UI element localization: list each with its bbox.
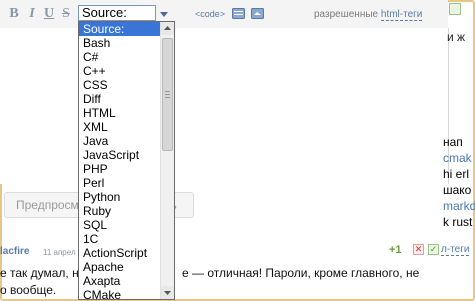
allowed-tags-prefix: разрешенные	[314, 9, 379, 20]
dropdown-option[interactable]: C#	[79, 50, 160, 64]
comment-text-end: е — отличная! Пароли, кроме главного, не	[182, 266, 420, 280]
grip-line	[165, 94, 170, 95]
dropdown-option[interactable]: XML	[79, 120, 160, 134]
editor-text-fragment: и ж	[447, 30, 466, 44]
dropdown-option[interactable]: ActionScript	[79, 246, 160, 260]
grip-line	[165, 97, 170, 98]
italic-button[interactable]: I	[27, 6, 37, 22]
side-text-line: hi erl	[443, 167, 470, 181]
comment-textarea[interactable]	[0, 28, 449, 184]
grip-line	[165, 91, 170, 92]
dropdown-option[interactable]: Python	[79, 190, 160, 204]
dropdown-option[interactable]: Apache	[79, 260, 160, 274]
checkmark-icon	[449, 3, 461, 15]
video-icon[interactable]	[251, 8, 264, 19]
side-text-line[interactable]: cmak	[443, 151, 472, 165]
dropdown-option[interactable]: SQL	[79, 218, 160, 232]
comment-text-line: е так думал, н е — отличная! Пароли, кро…	[0, 266, 419, 280]
scrollbar-thumb[interactable]	[162, 38, 173, 151]
comment-score: +1	[389, 244, 402, 256]
underline-button[interactable]: U	[44, 6, 54, 22]
source-language-dropdown[interactable]: Source: Bash C# C++ CSS Diff HTML XML Ja…	[78, 21, 175, 300]
code-tag-button[interactable]: <code>	[195, 9, 225, 19]
comment-text-line: о вообще.	[0, 283, 57, 297]
dropdown-option[interactable]: PHP	[79, 162, 160, 176]
comment-date: 11 апрел	[43, 248, 76, 257]
allowed-tags-link[interactable]: html-теги	[380, 9, 423, 21]
source-language-select[interactable]: Source:	[78, 5, 156, 21]
scroll-up-icon[interactable]	[161, 22, 174, 35]
editor-toolbar: B I U S Source: <code> разрешенные html-…	[0, 0, 448, 29]
allowed-tags-note: разрешенные html-теги	[314, 9, 423, 21]
side-text-line: нап	[443, 135, 463, 149]
dropdown-option[interactable]: Ruby	[79, 204, 160, 218]
scroll-down-icon[interactable]	[161, 286, 174, 299]
dropdown-option[interactable]: CMake	[79, 288, 160, 299]
dropdown-option[interactable]: Bash	[79, 36, 160, 50]
dropdown-option[interactable]: CSS	[79, 78, 160, 92]
bold-button[interactable]: B	[8, 6, 20, 22]
dropdown-option[interactable]: Source:	[79, 22, 160, 36]
dropdown-option[interactable]: Axapta	[79, 274, 160, 288]
comment-author[interactable]: lacfire	[0, 246, 29, 257]
side-text-line: шако	[443, 183, 472, 197]
dropdown-option[interactable]: Diff	[79, 92, 160, 106]
vote-down-icon[interactable]: ✕	[413, 244, 424, 255]
strikethrough-button[interactable]: S	[61, 6, 71, 22]
dropdown-options: Source: Bash C# C++ CSS Diff HTML XML Ja…	[79, 22, 160, 299]
side-text-line[interactable]: markd	[443, 199, 475, 213]
preview-button-label: Предпросм	[16, 198, 79, 212]
dropdown-scrollbar[interactable]	[160, 22, 174, 299]
comment-text-start: е так думал, н	[0, 266, 79, 280]
dropdown-option[interactable]: Java	[79, 134, 160, 148]
dropdown-option[interactable]: C++	[79, 64, 160, 78]
dropdown-option[interactable]: JavaScript	[79, 148, 160, 162]
vote-up-icon[interactable]: ✓	[428, 244, 439, 255]
chevron-down-icon[interactable]	[158, 8, 170, 20]
comment-tags-link[interactable]: л-теги	[441, 244, 470, 256]
dropdown-option[interactable]: HTML	[79, 106, 160, 120]
side-text-line: k rust	[443, 215, 473, 229]
image-icon[interactable]	[232, 8, 245, 19]
dropdown-option[interactable]: Perl	[79, 176, 160, 190]
dropdown-option[interactable]: 1C	[79, 232, 160, 246]
